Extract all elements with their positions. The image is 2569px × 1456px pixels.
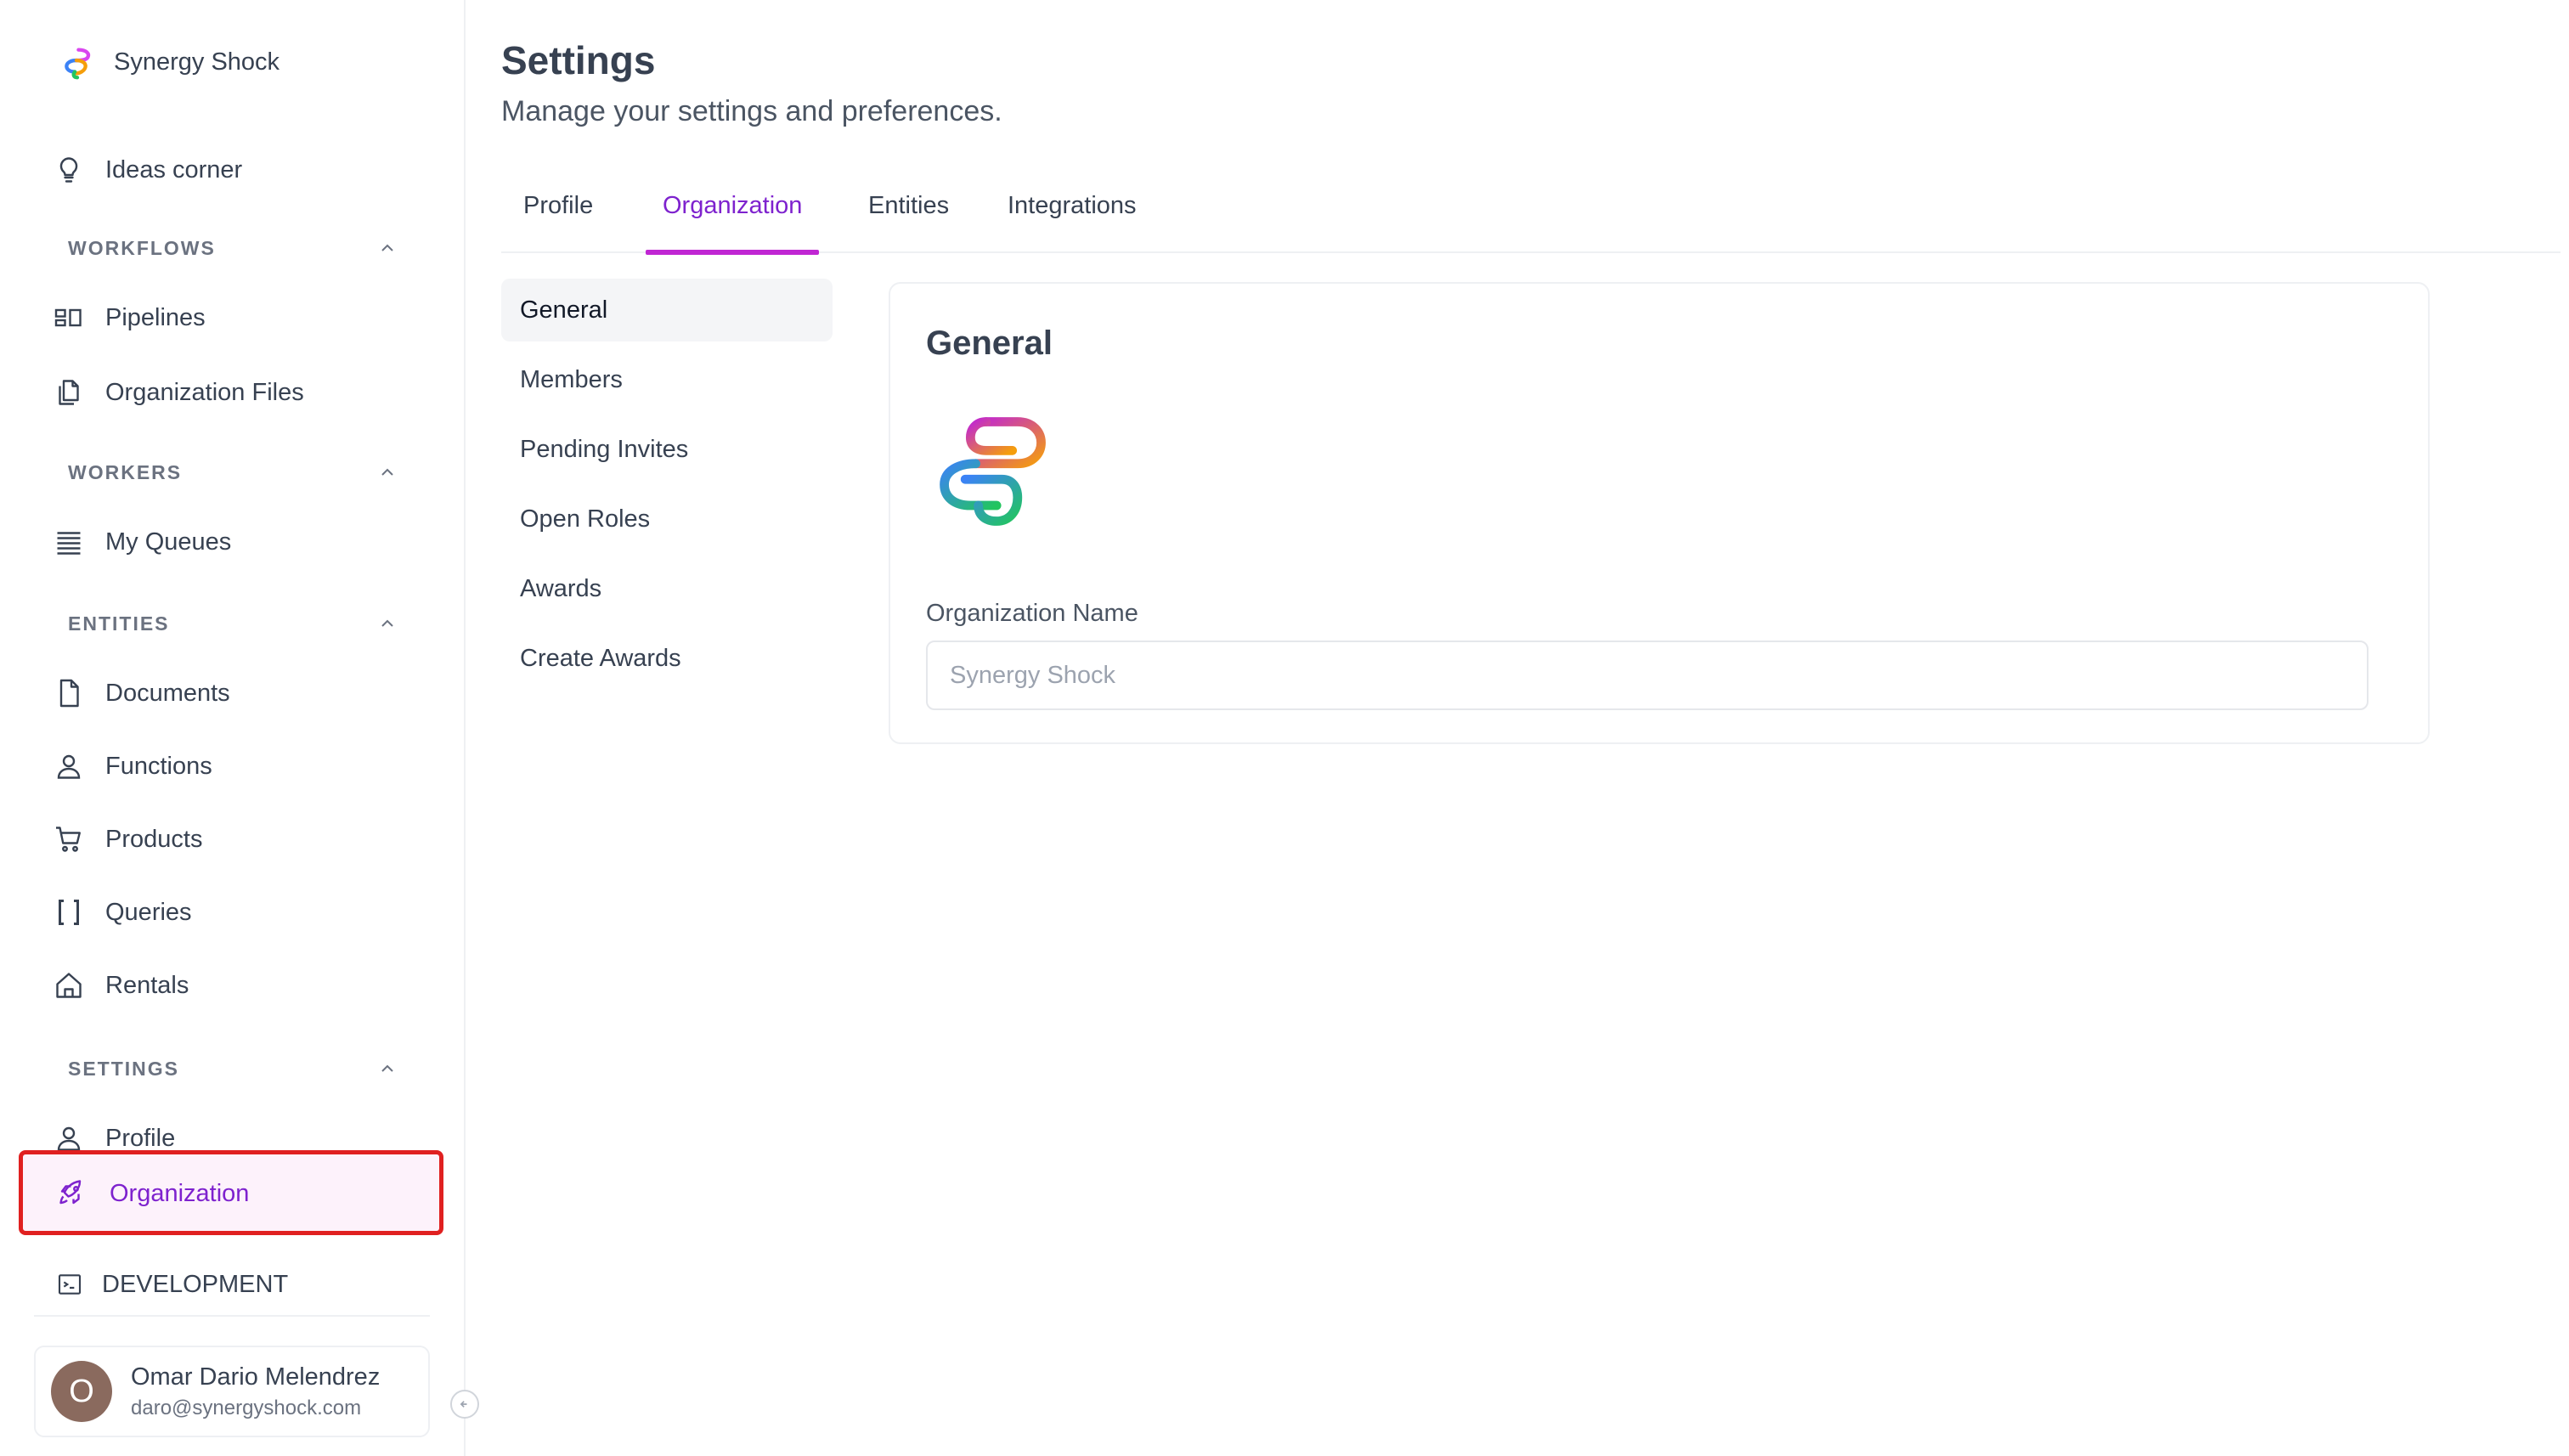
user-name: Omar Dario Melendrez <box>131 1363 381 1391</box>
brand-name: Synergy Shock <box>114 48 280 76</box>
sidebar-item-development[interactable]: DEVELOPMENT <box>56 1262 288 1306</box>
section-header-settings[interactable]: SETTINGS <box>68 1052 398 1086</box>
user-icon <box>53 750 85 782</box>
rocket-icon <box>57 1177 89 1210</box>
section-title: WORKFLOWS <box>68 236 216 259</box>
section-title: WORKERS <box>68 460 183 483</box>
arrow-left-icon <box>460 1401 467 1408</box>
sidebar-item-products[interactable]: Products <box>53 817 202 861</box>
sidebar-item-ideas-corner[interactable]: Ideas corner <box>53 148 242 192</box>
settings-tabs: Profile Organization Entities Integratio… <box>501 178 2561 255</box>
queues-icon <box>53 526 85 558</box>
sidebar: Synergy Shock Ideas corner WORKFLOWS Pip… <box>0 0 479 1456</box>
sidebar-item-label: My Queues <box>105 528 232 556</box>
user-email: daro@synergyshock.com <box>131 1396 362 1419</box>
organization-name-input[interactable] <box>926 641 2369 710</box>
synergy-logo-icon <box>65 48 91 80</box>
sidebar-item-label: Ideas corner <box>105 155 243 183</box>
tab-integrations[interactable]: Integrations <box>991 192 1154 253</box>
sidebar-item-documents[interactable]: Documents <box>53 671 230 715</box>
subnav-awards[interactable]: Awards <box>501 557 833 620</box>
sidebar-item-label: Profile <box>105 1124 176 1152</box>
sidebar-item-label: Rentals <box>105 971 189 999</box>
tab-organization[interactable]: Organization <box>646 192 820 255</box>
organization-name-label: Organization Name <box>926 600 1138 627</box>
collapse-sidebar-button[interactable] <box>450 1390 479 1419</box>
cart-icon <box>53 823 85 855</box>
sidebar-divider <box>34 1315 430 1317</box>
sidebar-item-functions[interactable]: Functions <box>53 744 212 788</box>
sidebar-item-label: Documents <box>105 679 230 707</box>
chevron-up-icon <box>381 1064 393 1072</box>
section-title: ENTITIES <box>68 612 170 635</box>
subnav-open-roles[interactable]: Open Roles <box>501 488 833 550</box>
subnav-create-awards[interactable]: Create Awards <box>501 627 833 690</box>
section-header-workers[interactable]: WORKERS <box>68 455 398 489</box>
subnav-members[interactable]: Members <box>501 348 833 411</box>
sidebar-item-my-queues[interactable]: My Queues <box>53 520 231 564</box>
user-card[interactable]: O Omar Dario Melendrez daro@synergyshock… <box>34 1346 430 1437</box>
sidebar-item-label: Queries <box>105 898 192 926</box>
general-card: General Organization Name <box>889 282 2430 744</box>
subnav-general[interactable]: General <box>501 279 833 341</box>
sidebar-item-label: Organization Files <box>105 378 304 406</box>
brand[interactable]: Synergy Shock <box>56 41 279 83</box>
sidebar-item-label: Organization <box>110 1179 250 1207</box>
sidebar-item-rentals[interactable]: Rentals <box>53 963 189 1007</box>
page-title: Settings <box>501 38 656 82</box>
chevron-up-icon <box>381 468 393 476</box>
pipelines-icon <box>53 302 85 334</box>
sidebar-item-organization-files[interactable]: Organization Files <box>53 370 304 415</box>
section-header-entities[interactable]: ENTITIES <box>68 607 398 641</box>
sidebar-item-pipelines[interactable]: Pipelines <box>53 296 206 340</box>
subnav-pending-invites[interactable]: Pending Invites <box>501 418 833 481</box>
brackets-icon <box>53 896 85 928</box>
document-icon <box>53 677 85 709</box>
sidebar-item-queries[interactable]: Queries <box>53 890 192 934</box>
lightbulb-icon <box>53 154 85 186</box>
tab-entities[interactable]: Entities <box>851 192 966 253</box>
sidebar-item-label: DEVELOPMENT <box>102 1270 289 1298</box>
tab-profile[interactable]: Profile <box>506 192 610 253</box>
section-title: SETTINGS <box>68 1057 180 1080</box>
chevron-up-icon <box>381 619 393 627</box>
sidebar-item-label: Functions <box>105 752 212 780</box>
avatar: O <box>51 1361 112 1422</box>
sidebar-item-label: Pipelines <box>105 303 206 331</box>
files-icon <box>53 376 85 409</box>
section-header-workflows[interactable]: WORKFLOWS <box>68 231 398 265</box>
chevron-up-icon <box>381 244 393 251</box>
sidebar-item-label: Products <box>105 825 203 853</box>
organization-logo-icon[interactable] <box>926 406 1057 537</box>
terminal-icon <box>56 1271 83 1298</box>
sidebar-item-organization[interactable]: Organization <box>19 1150 443 1235</box>
general-title: General <box>926 324 1053 362</box>
page-subtitle: Manage your settings and preferences. <box>501 95 1002 127</box>
home-icon <box>53 969 85 1002</box>
